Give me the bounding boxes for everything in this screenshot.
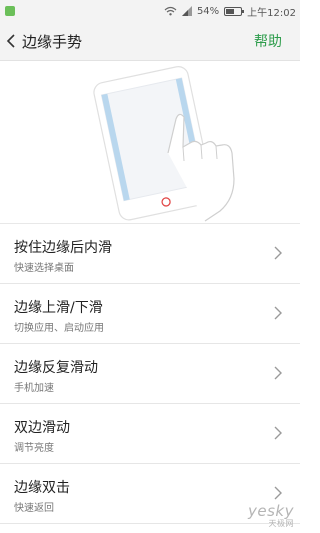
setting-subtitle: 切换应用、启动应用 xyxy=(14,323,104,334)
back-button[interactable]: 边缘手势 xyxy=(6,28,110,54)
setting-title: 按住边缘后内滑 xyxy=(14,240,112,256)
setting-title: 双边滑动 xyxy=(14,420,70,436)
setting-dual-edge-swipe[interactable]: 双边滑动 调节亮度 xyxy=(0,404,300,464)
gesture-illustration xyxy=(0,61,300,224)
battery-icon xyxy=(224,6,245,16)
setting-edge-repeat-swipe[interactable]: 边缘反复滑动 手机加速 xyxy=(0,344,300,404)
setting-subtitle: 快速选择桌面 xyxy=(14,263,74,274)
setting-title: 边缘上滑/下滑 xyxy=(14,300,103,316)
page-title: 边缘手势 xyxy=(22,32,83,51)
phone-gesture-illustration xyxy=(93,66,235,222)
chevron-right-icon xyxy=(274,486,282,500)
setting-edge-swipe-up-down[interactable]: 边缘上滑/下滑 切换应用、启动应用 xyxy=(0,284,300,344)
setting-title: 边缘反复滑动 xyxy=(14,360,98,376)
status-indicators: 54% 上午12:02 xyxy=(164,3,296,19)
watermark-logo: yesky 天极网 xyxy=(248,502,294,529)
chevron-right-icon xyxy=(274,366,282,380)
gesture-settings-list: 按住边缘后内滑 快速选择桌面 边缘上滑/下滑 切换应用、启动应用 边缘反复滑动 … xyxy=(0,224,300,524)
chevron-left-icon xyxy=(6,34,15,48)
status-bar: 54% 上午12:02 xyxy=(0,0,300,22)
setting-subtitle: 调节亮度 xyxy=(14,443,54,454)
chevron-right-icon xyxy=(274,426,282,440)
chevron-right-icon xyxy=(274,246,282,260)
chevron-right-icon xyxy=(274,306,282,320)
signal-icon xyxy=(181,6,192,16)
setting-press-edge-swipe-in[interactable]: 按住边缘后内滑 快速选择桌面 xyxy=(0,224,300,284)
wifi-icon xyxy=(164,6,177,16)
setting-subtitle: 手机加速 xyxy=(14,383,54,394)
setting-subtitle: 快速返回 xyxy=(14,503,54,514)
clock: 上午12:02 xyxy=(247,7,296,19)
help-button[interactable]: 帮助 xyxy=(254,31,282,51)
notification-icon xyxy=(5,6,15,16)
setting-title: 边缘双击 xyxy=(14,480,70,496)
battery-percent: 54% xyxy=(196,5,220,17)
title-bar: 边缘手势 帮助 xyxy=(0,22,300,61)
